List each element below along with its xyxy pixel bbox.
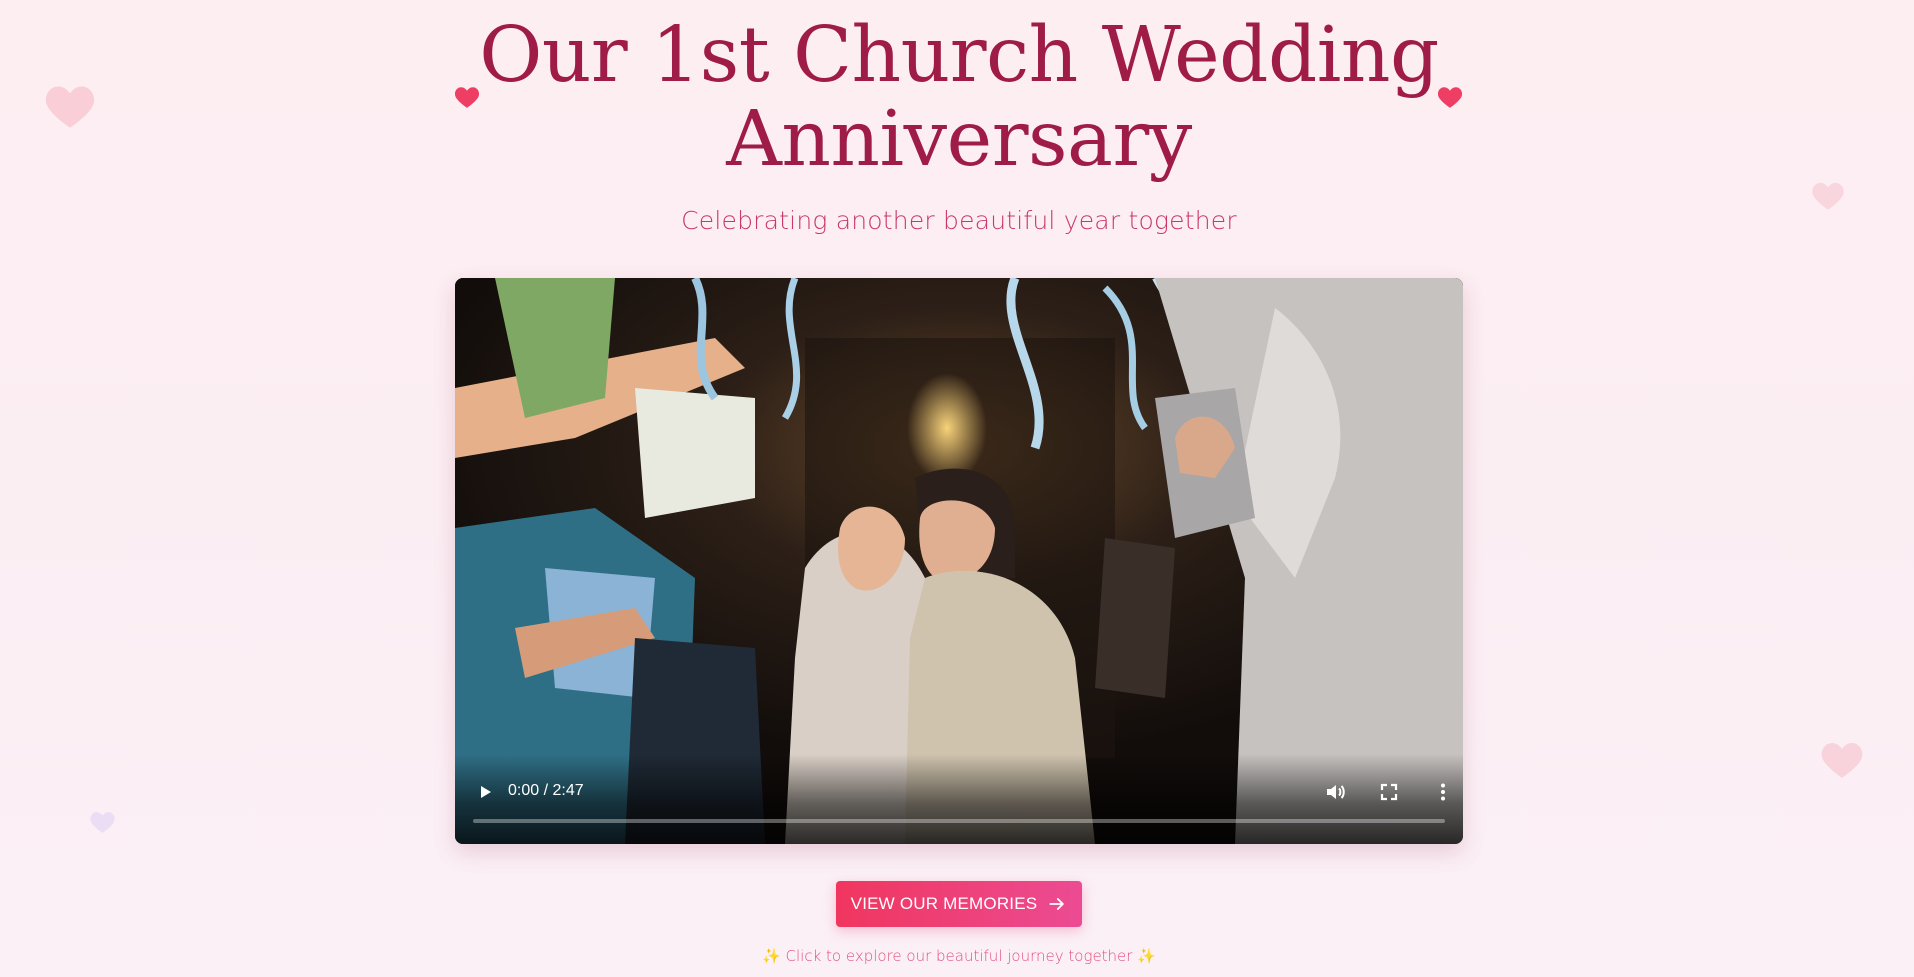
floating-heart-icon bbox=[1820, 739, 1864, 780]
view-memories-label: VIEW OUR MEMORIES bbox=[850, 894, 1038, 913]
view-memories-button[interactable]: VIEW OUR MEMORIES bbox=[836, 881, 1082, 927]
fullscreen-icon[interactable] bbox=[1377, 780, 1401, 804]
more-options-icon[interactable] bbox=[1431, 780, 1455, 804]
page-subtitle: Celebrating another beautiful year toget… bbox=[681, 206, 1237, 235]
page-header: Our 1st Church Wedding Anniversary bbox=[455, 14, 1463, 182]
play-icon[interactable] bbox=[473, 780, 497, 804]
sparkles-icon: ✨ bbox=[1137, 947, 1156, 965]
anniversary-page: Our 1st Church Wedding Anniversary Celeb… bbox=[0, 0, 1914, 977]
floating-heart-icon bbox=[44, 82, 96, 130]
explore-hint-text: Click to explore our beautiful journey t… bbox=[785, 947, 1133, 965]
floating-heart-icon bbox=[89, 810, 116, 834]
video-progress-bar[interactable] bbox=[473, 819, 1445, 823]
floating-heart-icon bbox=[1811, 180, 1845, 211]
sparkles-icon: ✨ bbox=[762, 947, 781, 965]
video-player[interactable]: 0:00 / 2:47 bbox=[455, 278, 1463, 844]
page-title: Our 1st Church Wedding Anniversary bbox=[479, 11, 1439, 184]
explore-hint: ✨ Click to explore our beautiful journey… bbox=[455, 947, 1463, 965]
volume-icon[interactable] bbox=[1323, 780, 1347, 804]
video-time-display: 0:00 / 2:47 bbox=[508, 782, 584, 799]
video-controls: 0:00 / 2:47 bbox=[455, 754, 1463, 844]
arrow-right-icon bbox=[1047, 894, 1067, 914]
